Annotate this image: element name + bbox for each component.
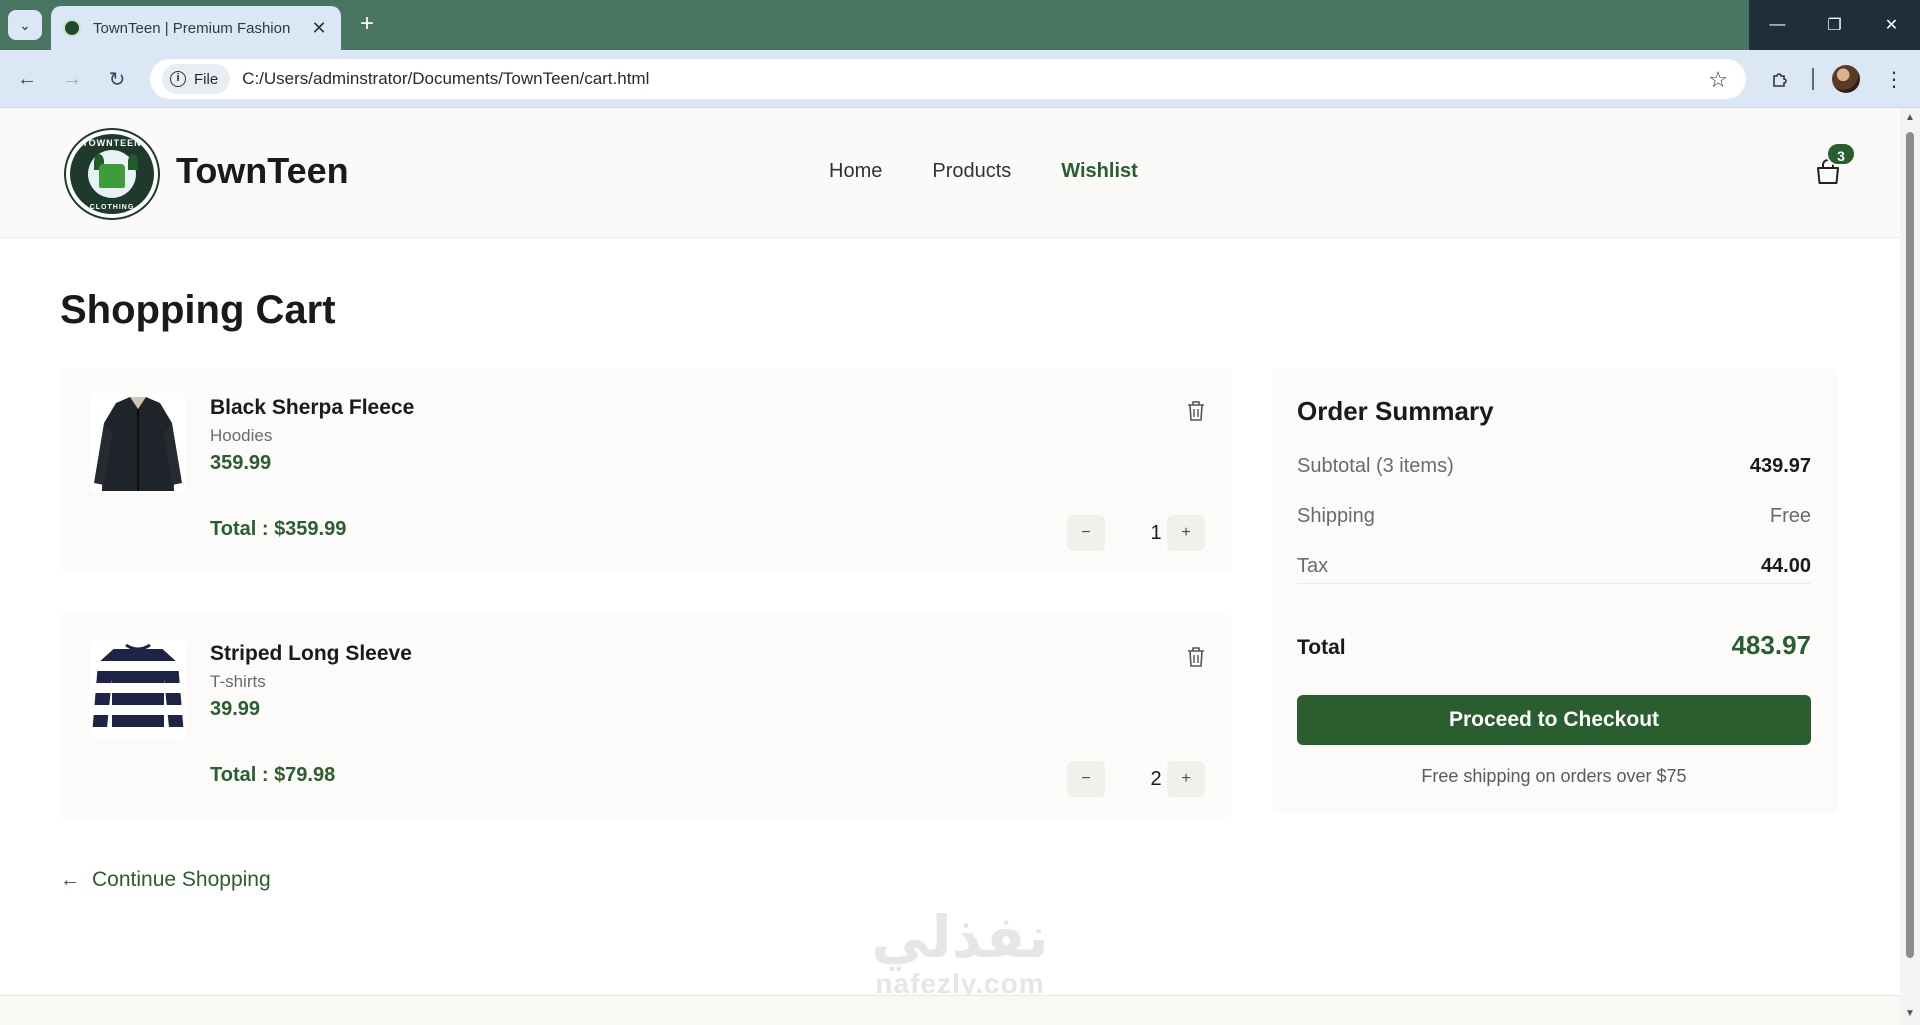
watermark-arabic: نفذلي — [871, 905, 1049, 970]
main-nav: Home Products Wishlist — [829, 160, 1138, 183]
product-image[interactable] — [90, 393, 186, 493]
shipping-value: Free — [1769, 505, 1811, 527]
star-icon[interactable]: ☆ — [1708, 67, 1728, 93]
url-text[interactable]: C:/Users/adminstrator/Documents/TownTeen… — [242, 69, 649, 89]
summary-divider — [1297, 583, 1811, 584]
nav-wishlist[interactable]: Wishlist — [1061, 160, 1138, 183]
arrow-left-icon: ← — [17, 67, 37, 90]
arrow-right-icon: → — [62, 67, 82, 90]
address-bar[interactable]: i File C:/Users/adminstrator/Documents/T… — [150, 59, 1746, 99]
page-scrollbar[interactable]: ▲ ▼ — [1900, 108, 1920, 1025]
shirt-icon — [99, 164, 125, 188]
arrow-left-icon: ← — [60, 868, 80, 891]
increase-quantity-button[interactable]: + — [1167, 515, 1205, 551]
total-value: 483.97 — [1731, 630, 1811, 660]
chevron-down-icon: ⌄ — [19, 16, 31, 33]
product-category: Hoodies — [210, 426, 273, 445]
product-price: 39.99 — [210, 698, 261, 720]
product-image[interactable] — [90, 639, 186, 739]
subtotal-label: Subtotal (3 items) — [1297, 455, 1454, 477]
favicon-icon — [63, 19, 81, 37]
item-total: Total : $79.98 — [210, 764, 336, 786]
nav-products[interactable]: Products — [932, 160, 1011, 183]
increase-quantity-button[interactable]: + — [1167, 761, 1205, 797]
tab-title: TownTeen | Premium Fashion — [93, 19, 291, 37]
page-title: Shopping Cart — [60, 288, 336, 332]
decrease-quantity-button[interactable]: − — [1067, 515, 1105, 551]
cart-item: Black Sherpa Fleece Hoodies 359.99 Total… — [60, 368, 1232, 572]
shipping-row: Shipping Free — [1297, 505, 1811, 528]
continue-shopping-label: Continue Shopping — [92, 868, 271, 891]
browser-tab[interactable]: TownTeen | Premium Fashion ✕ — [51, 6, 341, 50]
logo-text-bottom: CLOTHING — [89, 204, 135, 211]
cart-count-badge: 3 — [1826, 142, 1856, 166]
item-total: Total : $359.99 — [210, 518, 347, 540]
window-controls: — ❐ ✕ — [1749, 0, 1920, 50]
scroll-down-icon[interactable]: ▼ — [1905, 1008, 1915, 1019]
nav-home[interactable]: Home — [829, 160, 882, 183]
info-icon: i — [170, 71, 186, 87]
new-tab-button[interactable]: + — [354, 12, 380, 38]
watermark: نفذلي nafezly.com — [850, 908, 1070, 1000]
browser-titlebar: ⌄ TownTeen | Premium Fashion ✕ + — ❐ ✕ — [0, 0, 1920, 50]
order-summary: Order Summary Subtotal (3 items) 439.97 … — [1272, 368, 1838, 814]
tab-search-button[interactable]: ⌄ — [8, 10, 42, 40]
product-name: Black Sherpa Fleece — [210, 396, 415, 419]
shipping-label: Shipping — [1297, 505, 1375, 527]
scrollbar-thumb[interactable] — [1906, 132, 1914, 958]
trash-icon[interactable] — [1186, 646, 1206, 668]
summary-title: Order Summary — [1297, 396, 1494, 426]
browser-toolbar: ← → ↻ i File C:/Users/adminstrator/Docum… — [0, 50, 1920, 108]
total-label: Total — [1297, 636, 1346, 659]
checkout-button[interactable]: Proceed to Checkout — [1297, 695, 1811, 745]
product-price: 359.99 — [210, 452, 272, 474]
toolbar-separator — [1812, 68, 1814, 90]
reload-button[interactable]: ↻ — [102, 64, 132, 94]
tax-value: 44.00 — [1760, 555, 1811, 577]
window-close-icon[interactable]: ✕ — [1863, 0, 1920, 50]
trash-icon[interactable] — [1186, 400, 1206, 422]
tax-label: Tax — [1297, 555, 1329, 577]
site-header: TOWNTEEN CLOTHING TownTeen Home Products… — [0, 108, 1900, 238]
scroll-up-icon[interactable]: ▲ — [1905, 112, 1915, 123]
subtotal-value: 439.97 — [1749, 455, 1811, 477]
palm-icon — [128, 154, 138, 170]
product-category: T-shirts — [210, 672, 266, 691]
extensions-icon[interactable] — [1765, 63, 1797, 95]
tax-row: Tax 44.00 — [1297, 555, 1811, 578]
page-viewport: TOWNTEEN CLOTHING TownTeen Home Products… — [0, 108, 1900, 1025]
decrease-quantity-button[interactable]: − — [1067, 761, 1105, 797]
product-name: Striped Long Sleeve — [210, 642, 412, 665]
close-icon[interactable]: ✕ — [309, 18, 329, 39]
more-menu-icon[interactable]: ⋮ — [1878, 63, 1910, 95]
continue-shopping-link[interactable]: ← Continue Shopping — [60, 868, 271, 892]
forward-button[interactable]: → — [57, 64, 87, 94]
shipping-note: Free shipping on orders over $75 — [1421, 766, 1687, 786]
logo-text-top: TOWNTEEN — [82, 138, 142, 148]
chip-label: File — [194, 70, 219, 88]
restore-icon[interactable]: ❐ — [1806, 0, 1863, 50]
minimize-icon[interactable]: — — [1749, 0, 1806, 50]
footer-edge — [0, 995, 1900, 1025]
reload-icon: ↻ — [108, 68, 126, 91]
brand-name[interactable]: TownTeen — [176, 150, 349, 192]
brand-logo[interactable]: TOWNTEEN CLOTHING — [66, 130, 158, 218]
profile-avatar[interactable] — [1832, 65, 1860, 93]
subtotal-row: Subtotal (3 items) 439.97 — [1297, 455, 1811, 478]
site-info-chip[interactable]: i File — [162, 64, 231, 94]
back-button[interactable]: ← — [12, 64, 42, 94]
cart-item: Striped Long Sleeve T-shirts 39.99 Total… — [60, 614, 1232, 818]
